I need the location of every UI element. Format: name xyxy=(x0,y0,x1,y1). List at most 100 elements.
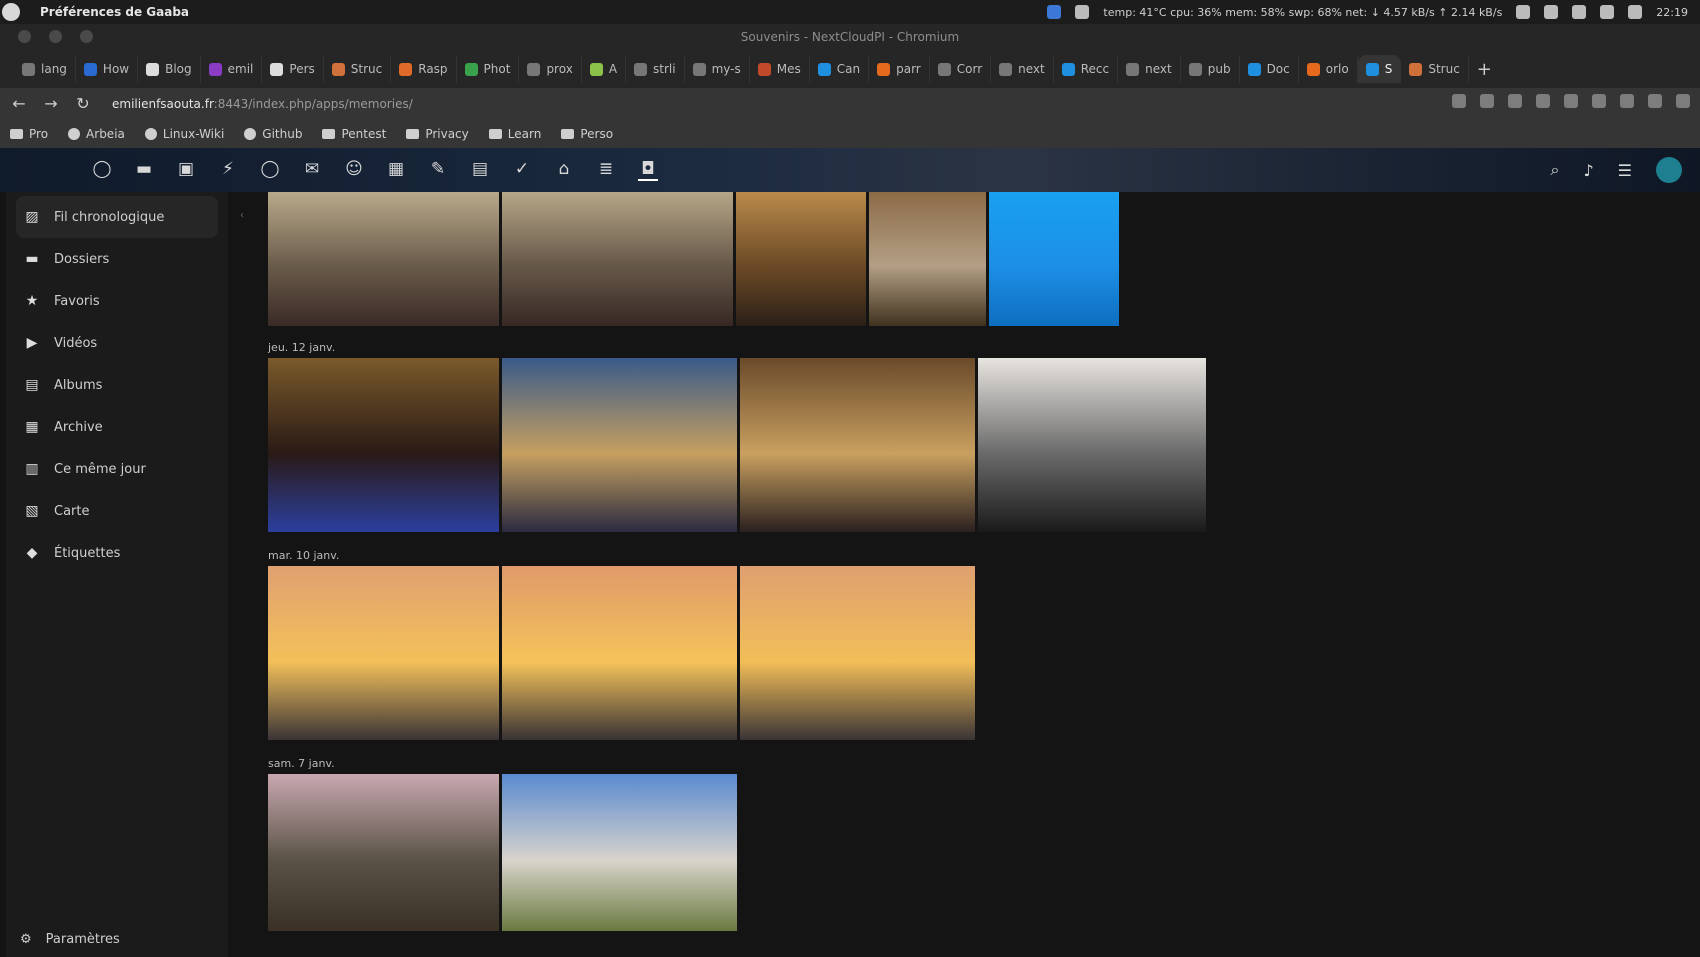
photo-thumbnail[interactable] xyxy=(268,358,499,532)
new-tab-button[interactable]: + xyxy=(1477,59,1492,80)
bookmark-0[interactable]: Pro xyxy=(10,127,48,141)
photo-thumbnail[interactable] xyxy=(268,774,499,931)
tab-21[interactable]: orlo xyxy=(1299,55,1358,83)
maps-icon[interactable]: ⌂ xyxy=(554,159,574,179)
sidebar-item-0[interactable]: ▨ Fil chronologique xyxy=(16,196,218,238)
tab-5[interactable]: Struc xyxy=(324,55,392,83)
translate-icon[interactable] xyxy=(1480,94,1494,108)
memories-icon[interactable]: ◘ xyxy=(638,159,658,181)
bookmark-2[interactable]: Linux-Wiki xyxy=(144,127,224,141)
tab-18[interactable]: next xyxy=(1118,55,1181,83)
tab-3[interactable]: emil xyxy=(201,55,263,83)
bell-icon[interactable]: ♪ xyxy=(1583,161,1593,180)
window-close-button[interactable] xyxy=(18,30,31,43)
notes-icon[interactable]: ✎ xyxy=(428,159,448,179)
photo-thumbnail[interactable] xyxy=(268,566,499,740)
back-button[interactable]: ← xyxy=(6,91,32,117)
tray-clipboard-icon[interactable] xyxy=(1075,5,1090,19)
forms-icon[interactable]: ≣ xyxy=(596,159,616,179)
profile-icon[interactable] xyxy=(1648,94,1662,108)
photo-thumbnail[interactable] xyxy=(869,192,986,326)
sidebar-item-8[interactable]: ◆ Étiquettes xyxy=(6,532,228,574)
activity-icon[interactable]: ⚡ xyxy=(218,159,238,179)
photo-thumbnail[interactable] xyxy=(502,774,737,931)
battery-icon[interactable] xyxy=(1516,5,1531,19)
photo-thumbnail[interactable] xyxy=(740,358,975,532)
edit-icon[interactable] xyxy=(1544,5,1559,19)
tab-12[interactable]: Mes xyxy=(750,55,810,83)
share-icon[interactable] xyxy=(1508,94,1522,108)
tab-2[interactable]: Blog xyxy=(138,55,201,83)
photo-thumbnail[interactable] xyxy=(736,192,866,326)
url-field[interactable]: emilienfsaouta.fr:8443/index.php/apps/me… xyxy=(112,97,413,111)
bookmark-7[interactable]: Perso xyxy=(561,127,613,141)
contacts-menu-icon[interactable]: ☰ xyxy=(1618,161,1632,180)
tab-4[interactable]: Pers xyxy=(262,55,324,83)
tab-16[interactable]: next xyxy=(991,55,1054,83)
photo-thumbnail[interactable] xyxy=(989,192,1119,326)
photo-thumbnail[interactable] xyxy=(978,358,1206,532)
sidebar-item-4[interactable]: ▤ Albums xyxy=(6,364,228,406)
circle-icon[interactable]: ◯ xyxy=(260,159,280,179)
menu-icon[interactable] xyxy=(1676,94,1690,108)
sidepanel-icon[interactable] xyxy=(1620,94,1634,108)
os-logo-icon[interactable] xyxy=(2,3,20,21)
files-icon[interactable]: ▬ xyxy=(134,159,154,179)
photo-thumbnail[interactable] xyxy=(502,566,737,740)
dashboard-icon[interactable]: ◯ xyxy=(92,159,112,179)
settings-button[interactable]: ⚙ Paramètres xyxy=(20,932,120,947)
volume-icon[interactable] xyxy=(1628,5,1643,19)
tab-13[interactable]: Can xyxy=(810,55,870,83)
tab-9[interactable]: A xyxy=(582,55,627,83)
reload-button[interactable]: ↻ xyxy=(70,91,96,117)
tab-11[interactable]: my-s xyxy=(685,55,750,83)
tab-10[interactable]: strli xyxy=(626,55,685,83)
sidebar-item-2[interactable]: ★ Favoris xyxy=(6,280,228,322)
search-icon[interactable]: ⌕ xyxy=(1550,160,1559,180)
forward-button[interactable]: → xyxy=(38,91,64,117)
bookmark-6[interactable]: Learn xyxy=(488,127,541,141)
tab-8[interactable]: prox xyxy=(519,55,582,83)
sidebar-item-5[interactable]: ▦ Archive xyxy=(6,406,228,448)
sidebar-item-1[interactable]: ▬ Dossiers xyxy=(6,238,228,280)
sidebar-item-3[interactable]: ▶ Vidéos xyxy=(6,322,228,364)
deck-icon[interactable]: ▤ xyxy=(470,159,490,179)
contacts-icon[interactable]: ☺ xyxy=(344,159,364,179)
collapse-sidebar-icon[interactable]: ‹ xyxy=(240,210,252,222)
photo-thumbnail[interactable] xyxy=(502,192,733,326)
tasks-icon[interactable]: ✓ xyxy=(512,159,532,179)
calendar-icon[interactable]: ▦ xyxy=(386,159,406,179)
tab-22[interactable]: S xyxy=(1357,55,1402,83)
tab-20[interactable]: Doc xyxy=(1240,55,1299,83)
bookmark-1[interactable]: Arbeia xyxy=(68,127,125,141)
tab-6[interactable]: Rasp xyxy=(391,55,457,83)
microphone-icon[interactable] xyxy=(1600,5,1615,19)
bookmark-5[interactable]: Privacy xyxy=(406,127,469,141)
tab-1[interactable]: How xyxy=(76,55,139,83)
key-icon[interactable] xyxy=(1452,94,1466,108)
tab-19[interactable]: pub xyxy=(1181,55,1240,83)
sidebar-item-7[interactable]: ▧ Carte xyxy=(6,490,228,532)
bookmark-3[interactable]: Github xyxy=(244,127,302,141)
tab-17[interactable]: Recc xyxy=(1054,55,1119,83)
extension-icon[interactable] xyxy=(1564,94,1578,108)
tab-7[interactable]: Phot xyxy=(457,55,520,83)
photo-thumbnail[interactable] xyxy=(740,566,975,740)
photo-thumbnail[interactable] xyxy=(268,192,499,326)
clipboard-icon[interactable] xyxy=(1572,5,1587,19)
mail-icon[interactable]: ✉ xyxy=(302,159,322,179)
tab-14[interactable]: parr xyxy=(869,55,930,83)
bookmark-4[interactable]: Pentest xyxy=(322,127,386,141)
tab-23[interactable]: Struc xyxy=(1401,55,1469,83)
window-maximize-button[interactable] xyxy=(80,30,93,43)
photos-icon[interactable]: ▣ xyxy=(176,159,196,179)
avatar[interactable] xyxy=(1656,157,1682,183)
bookmark-star-icon[interactable] xyxy=(1536,94,1550,108)
extensions-icon[interactable] xyxy=(1592,94,1606,108)
tab-15[interactable]: Corr xyxy=(930,55,992,83)
photo-thumbnail[interactable] xyxy=(502,358,737,532)
window-minimize-button[interactable] xyxy=(49,30,62,43)
tab-0[interactable]: lang xyxy=(14,55,76,83)
sidebar-item-6[interactable]: ▥ Ce même jour xyxy=(6,448,228,490)
tray-app-icon[interactable] xyxy=(1047,5,1062,19)
